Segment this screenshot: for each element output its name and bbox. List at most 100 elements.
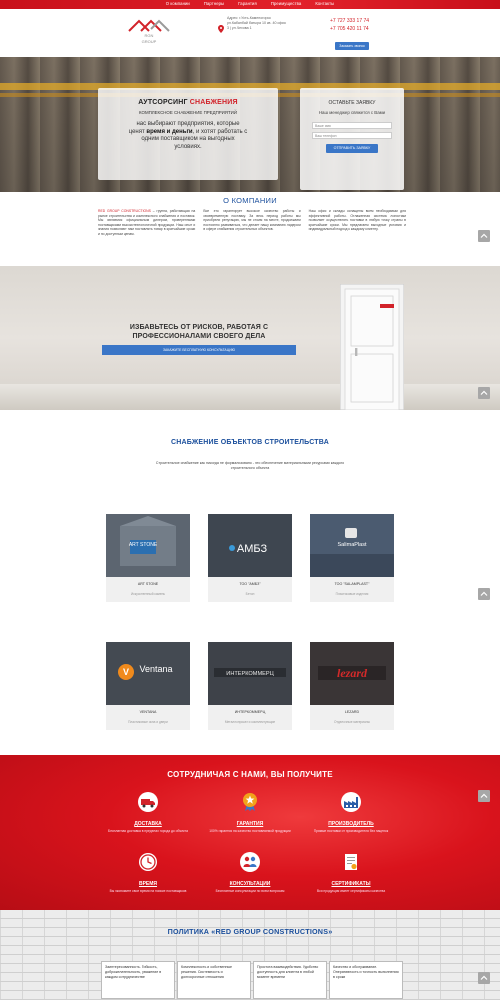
scroll-up-button[interactable] [478, 387, 490, 399]
top-nav: О компании Партнеры Гарантия Преимуществ… [0, 0, 500, 9]
phone-2[interactable]: +7 705 420 11 74 [330, 25, 369, 33]
truck-icon [138, 792, 158, 812]
benefit-title: СЕРТИФИКАТЫ [331, 881, 371, 887]
benefit-delivery: ДОСТАВКА Бесплатная доставка в пределах … [103, 792, 193, 833]
ventana-logo-image: V Ventana [106, 642, 190, 705]
benefit-desc: Бесплатные консультации по всем вопросам [215, 889, 285, 893]
partner-card[interactable]: SalimaPlast ТОО "SALAMPLAST" Пластиковые… [310, 514, 394, 602]
policy-card: Простота взаимодействия. Удобство доступ… [253, 961, 327, 999]
policy-card: Заинтересованность. Гибкость, доброжелат… [101, 961, 175, 999]
policy-card: Качество и обслуживание. Оперативность и… [329, 961, 403, 999]
header: RGN GROUP Адрес: г.Усть-Каменогорск ул.К… [0, 9, 500, 57]
artstone-logo-text: ART STONE [129, 542, 158, 548]
scroll-up-button[interactable] [478, 230, 490, 242]
scroll-up-button[interactable] [478, 588, 490, 600]
about-column-1-text: – группа, работающая на рынке строительс… [98, 209, 196, 236]
benefit-title: ГАРАНТИЯ [236, 821, 264, 827]
partner-category: Отделочные материалы [334, 720, 370, 724]
benefit-desc: Бесплатная доставка в пределах города до… [108, 829, 188, 833]
partner-name: ART STONE [137, 582, 159, 586]
benefit-title: КОНСУЛЬТАЦИИ [229, 881, 271, 887]
partner-category: Бетон [245, 592, 255, 596]
partner-category: Пластиковые окна и двери [128, 720, 168, 724]
about-columns: RED GROUP CONSTRUCTIONS – группа, работа… [98, 209, 406, 237]
benefit-guarantee: ГАРАНТИЯ 100% гарантия на качество поста… [205, 792, 295, 833]
hero-text-bold: время и деньги [146, 128, 193, 135]
hero-text: нас выбирают предприятия, которые ценят … [128, 121, 248, 151]
benefit-time: ВРЕМЯ Вы экономите свое время на поиске … [103, 852, 193, 893]
about-column-3: Наш офис и склады оснащены всем необходи… [308, 209, 406, 232]
partner-name: LEZARD [344, 710, 360, 714]
address-text: Адрес: г.Усть-Каменогорск ул.Кабанбай ба… [227, 16, 287, 30]
partner-card[interactable]: ART STONE ART STONE Искусственный камень [106, 514, 190, 602]
lezard-logo-text: lezard [337, 666, 368, 680]
callback-button[interactable]: Заказать звонок [335, 42, 369, 50]
medal-icon [243, 793, 257, 811]
hero-title-main: АУТСОРСИНГ [138, 99, 190, 106]
phone-input[interactable]: Ваш телефон [312, 132, 392, 139]
hero-box: АУТСОРСИНГ СНАБЖЕНИЯ КОМПЛЕКСНОЕ СНАБЖЕН… [98, 88, 278, 180]
consultation-button[interactable]: ЗАКАЖИТЕ БЕСПЛАТНУЮ КОНСУЛЬТАЦИЮ [102, 345, 296, 355]
intercommerce-logo-text: ИНТЕРКОММЕРЦ [226, 671, 274, 677]
hero-title-accent: СНАБЖЕНИЯ [189, 99, 238, 106]
supply-section: СНАБЖЕНИЕ ОБЪЕКТОВ СТРОИТЕЛЬСТВА Строите… [0, 410, 500, 755]
nav-item-about[interactable]: О компании [166, 1, 190, 6]
policy-card: Комплексность и собственные решения. Сис… [177, 961, 251, 999]
certificate-icon [345, 854, 357, 870]
ventana-logo-text: Ventana [139, 664, 172, 674]
partner-card[interactable]: lezard LEZARD Отделочные материалы [310, 642, 394, 730]
phones: +7 727 333 17 74 +7 705 420 11 74 [330, 17, 369, 33]
partner-name: ТОО "АМБЗ" [239, 582, 261, 586]
artstone-logo-image: ART STONE [106, 514, 190, 577]
nav-item-partners[interactable]: Партнеры [204, 1, 224, 6]
about-section: О КОМПАНИИ RED GROUP CONSTRUCTIONS – гру… [0, 192, 500, 266]
ambz-logo-image: АМБЗ [208, 514, 292, 577]
benefit-desc: 100% гарантия на качество поставляемой п… [209, 829, 291, 833]
benefit-desc: Вы экономите свое время на поиске постав… [109, 889, 187, 893]
nav-item-guarantee[interactable]: Гарантия [238, 1, 257, 6]
lezard-logo-image: lezard [310, 642, 394, 705]
scroll-up-button[interactable] [478, 972, 490, 984]
about-brand: RED GROUP CONSTRUCTIONS [98, 209, 151, 213]
chevron-up-icon [480, 793, 488, 798]
nav-item-contacts[interactable]: Контакты [315, 1, 334, 6]
nav-item-advantages[interactable]: Преимущества [271, 1, 301, 6]
phone-1[interactable]: +7 727 333 17 74 [330, 17, 369, 25]
floor [0, 384, 500, 410]
factory-icon [341, 792, 361, 812]
policy-section: ПОЛИТИКА «RED GROUP CONSTRUCTIONS» Заинт… [0, 910, 500, 1000]
hero-subtitle: КОМПЛЕКСНОЕ СНАБЖЕНИЕ ПРЕДПРИЯТИЙ [139, 110, 237, 115]
partner-category: Искусственный камень [130, 592, 166, 596]
benefits-title: СОТРУДНИЧАЯ С НАМИ, ВЫ ПОЛУЧИТЕ [167, 770, 333, 779]
submit-request-button[interactable]: ОТПРАВИТЬ ЗАЯВКУ [326, 144, 378, 153]
salimaplast-logo-image: SalimaPlast [310, 514, 394, 577]
name-input[interactable]: Ваше имя [312, 122, 392, 129]
about-column-2: Все это гарантирует высокое качество раб… [203, 209, 301, 232]
form-title: ОСТАВЬТЕ ЗАЯВКУ [328, 100, 376, 106]
benefit-consulting: КОНСУЛЬТАЦИИ Бесплатные консультации по … [205, 852, 295, 893]
door-banner: ИЗБАВЬТЕСЬ ОТ РИСКОВ, РАБОТАЯ С ПРОФЕССИ… [0, 266, 500, 410]
salimaplast-logo-text: SalimaPlast [337, 542, 367, 548]
door-image [340, 284, 404, 410]
partner-card[interactable]: ИНТЕРКОММЕРЦ ИНТЕРКОММЕРЦ Металлопрокат … [208, 642, 292, 730]
chevron-up-icon [480, 233, 488, 238]
svg-text:V: V [123, 667, 129, 677]
hero-title: АУТСОРСИНГ СНАБЖЕНИЯ [98, 99, 278, 106]
scroll-up-button[interactable] [478, 790, 490, 802]
chevron-up-icon [480, 591, 488, 596]
ambz-logo-text: АМБЗ [237, 543, 268, 555]
partner-category: Металлопрокат и комплектующие [224, 720, 276, 724]
partner-name: VENTANA [139, 710, 157, 714]
partner-card[interactable]: V Ventana VENTANA Пластиковые окна и две… [106, 642, 190, 730]
benefit-manufacturer: ПРОИЗВОДИТЕЛЬ Прямые поставки от произво… [306, 792, 396, 833]
benefits-section: СОТРУДНИЧАЯ С НАМИ, ВЫ ПОЛУЧИТЕ ДОСТАВКА… [0, 755, 500, 910]
partner-card[interactable]: АМБЗ ТОО "АМБЗ" Бетон [208, 514, 292, 602]
about-title: О КОМПАНИИ [223, 196, 277, 205]
partner-name: ИНТЕРКОММЕРЦ [234, 710, 266, 714]
benefit-desc: Вся продукция имеет сертификаты качества [316, 889, 386, 893]
form-subtitle: Наш менеджер свяжется с Вами [318, 110, 386, 115]
hero: АУТСОРСИНГ СНАБЖЕНИЯ КОМПЛЕКСНОЕ СНАБЖЕН… [0, 57, 500, 192]
clock-icon [139, 853, 157, 871]
chevron-up-icon [480, 975, 488, 980]
location-pin-icon [218, 25, 224, 33]
